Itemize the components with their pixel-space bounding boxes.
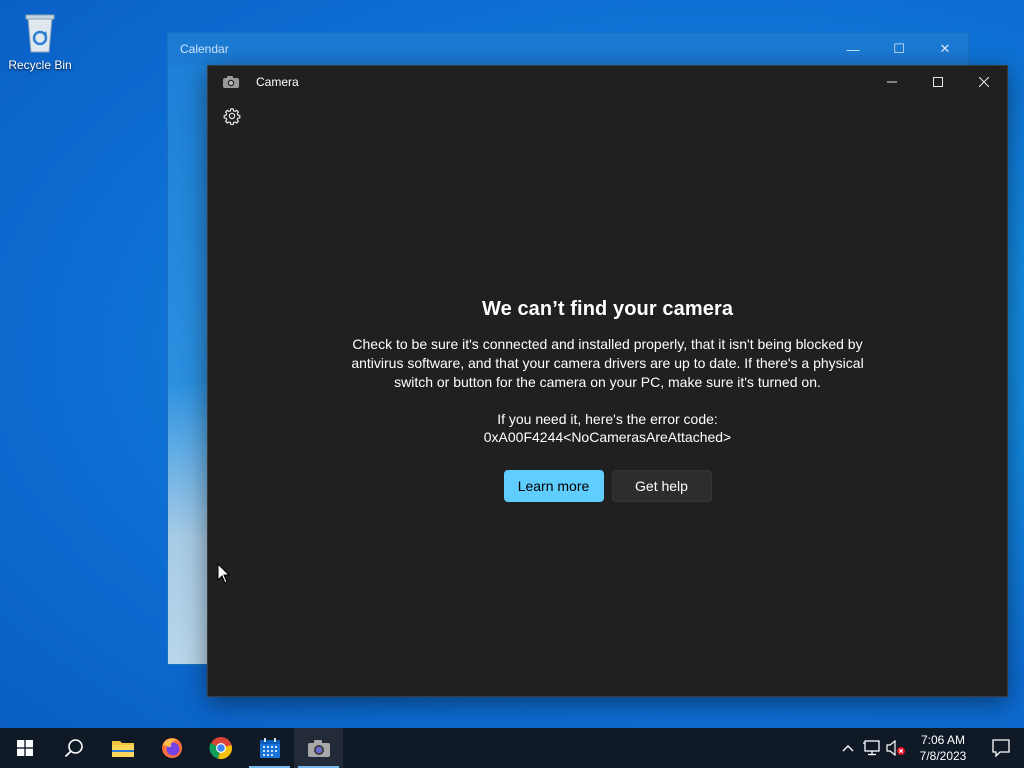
start-button[interactable] <box>0 728 49 768</box>
taskbar: 7:06 AM 7/8/2023 <box>0 728 1024 768</box>
search-button[interactable] <box>49 728 98 768</box>
camera-title: Camera <box>256 75 299 89</box>
start-icon <box>16 740 33 756</box>
taskbar-chrome[interactable] <box>196 728 245 768</box>
calendar-titlebar[interactable]: Calendar — ☐ ✕ <box>168 33 968 65</box>
error-heading: We can’t find your camera <box>481 298 734 320</box>
network-button[interactable] <box>860 728 884 768</box>
network-icon <box>863 740 880 756</box>
system-tray: 7:06 AM 7/8/2023 <box>836 728 1024 768</box>
calendar-icon <box>259 738 280 758</box>
calendar-title: Calendar <box>180 42 229 56</box>
taskbar-file-explorer[interactable] <box>98 728 147 768</box>
show-hidden-icons-button[interactable] <box>836 728 860 768</box>
minimize-icon <box>887 81 897 83</box>
maximize-icon <box>933 77 943 87</box>
clock-time: 7:06 AM <box>920 733 966 747</box>
notification-icon <box>992 739 1010 757</box>
error-message: We can’t find your camera Check to be su… <box>208 298 1007 502</box>
get-help-button[interactable]: Get help <box>611 470 712 502</box>
error-body: Check to be sure it's connected and inst… <box>351 336 864 390</box>
calendar-close-button[interactable]: ✕ <box>922 33 968 65</box>
volume-muted-icon <box>886 740 905 756</box>
taskbar-calendar[interactable] <box>245 728 294 768</box>
clock[interactable]: 7:06 AM 7/8/2023 <box>908 732 978 764</box>
camera-window: Camera We can’t find your camera Check t… <box>207 65 1008 697</box>
chrome-icon <box>208 737 232 759</box>
clock-date: 7/8/2023 <box>919 749 967 763</box>
close-icon <box>979 77 989 87</box>
search-icon <box>64 739 83 758</box>
camera-icon <box>307 740 330 757</box>
action-center-button[interactable] <box>978 728 1024 768</box>
maximize-button[interactable] <box>915 66 961 98</box>
firefox-icon <box>161 738 182 758</box>
settings-button[interactable] <box>222 106 242 126</box>
gear-icon <box>223 108 241 125</box>
chevron-up-icon <box>842 745 854 752</box>
learn-more-button[interactable]: Learn more <box>503 470 604 502</box>
error-code: 0xA00F4244<NoCamerasAreAttached> <box>483 429 732 445</box>
desktop-icon-label: Recycle Bin <box>8 58 72 72</box>
taskbar-firefox[interactable] <box>147 728 196 768</box>
volume-button[interactable] <box>884 728 908 768</box>
taskbar-camera[interactable] <box>294 728 343 768</box>
calendar-maximize-button[interactable]: ☐ <box>876 33 922 65</box>
minimize-button[interactable] <box>869 66 915 98</box>
recycle-bin-icon <box>25 14 55 53</box>
error-code-intro: If you need it, here's the error code: <box>497 411 718 427</box>
calendar-minimize-button[interactable]: — <box>830 33 876 65</box>
mouse-cursor-icon <box>217 563 231 584</box>
desktop-icon-recycle-bin[interactable]: Recycle Bin <box>6 8 74 72</box>
camera-icon <box>222 74 242 90</box>
file-explorer-icon <box>111 741 134 757</box>
close-button[interactable] <box>961 66 1007 98</box>
camera-titlebar[interactable]: Camera <box>208 66 1007 98</box>
